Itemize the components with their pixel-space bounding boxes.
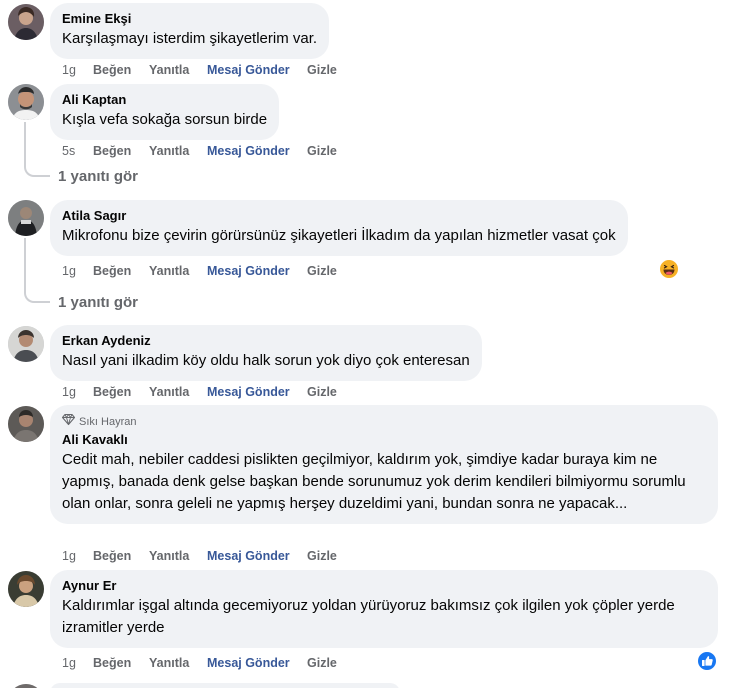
badge-label: Sıkı Hayran [79,415,137,428]
comment-author[interactable]: Atila Sagır [62,208,616,224]
thread-connector [24,163,50,177]
comment-author[interactable]: Aynur Er [62,578,706,594]
comment-actions: 5s Beğen Yanıtla Mesaj Gönder Gizle [62,143,337,159]
send-message-button[interactable]: Mesaj Gönder [207,655,307,671]
view-replies-link[interactable]: 1 yanıtı gör [58,293,138,313]
like-button[interactable]: Beğen [93,62,149,78]
send-message-button[interactable]: Mesaj Gönder [207,143,307,159]
reply-button[interactable]: Yanıtla [149,143,207,159]
comment-text: Karşılaşmayı isterdim şikayetlerim var. [62,30,318,47]
comment-actions: 1g Beğen Yanıtla Mesaj Gönder Gizle [62,655,337,671]
thread-line [24,122,26,164]
avatar[interactable] [8,200,44,236]
hide-button[interactable]: Gizle [307,548,337,564]
like-button[interactable]: Beğen [93,548,149,564]
comment-author[interactable]: Ali Kaptan [62,92,267,108]
comment-author[interactable]: Emine Ekşi [62,11,317,27]
comment-time[interactable]: 1g [62,655,93,671]
avatar[interactable] [8,84,44,120]
comment-actions: 1g Beğen Yanıtla Mesaj Gönder Gizle [62,62,337,78]
hide-button[interactable]: Gizle [307,263,337,279]
reply-button[interactable]: Yanıtla [149,263,207,279]
hide-button[interactable]: Gizle [307,655,337,671]
reply-button[interactable]: Yanıtla [149,62,207,78]
thread-line [24,238,26,290]
top-fan-badge[interactable]: Sıkı Hayran [61,413,706,430]
comment-author[interactable]: Erkan Aydeniz [62,333,470,349]
comment-author[interactable]: Ali Kavaklı [62,432,706,448]
comment-bubble: Erkan Aydeniz Nasıl yani ilkadim köy old… [50,325,482,381]
comment-bubble: Emine Ekşi Karşılaşmayı isterdim şikayet… [50,3,330,59]
comment-text: Nasıl yani ilkadim köy oldu halk sorun y… [62,352,470,369]
comment-bubble: Atila Sagır Mikrofonu bize çevirin görür… [50,200,628,256]
comment-bubble: Sıkı Hayran Ali Kavaklı Cedit mah, nebil… [50,405,718,524]
view-replies-link[interactable]: 1 yanıtı gör [58,167,138,187]
like-button[interactable]: Beğen [93,143,149,159]
hide-button[interactable]: Gizle [307,384,337,400]
send-message-button[interactable]: Mesaj Gönder [207,62,307,78]
comment-actions: 1g Beğen Yanıtla Mesaj Gönder Gizle [62,384,337,400]
send-message-button[interactable]: Mesaj Gönder [207,384,307,400]
reply-button[interactable]: Yanıtla [149,548,207,564]
send-message-button[interactable]: Mesaj Gönder [207,263,307,279]
comment-bubble: Aynur Er Kaldırımlar işgal altında gecem… [50,570,718,648]
thread-connector [24,289,50,303]
comments-panel: Emine Ekşi Karşılaşmayı isterdim şikayet… [0,0,738,688]
avatar[interactable] [8,4,44,40]
avatar[interactable] [8,571,44,607]
like-button[interactable]: Beğen [93,384,149,400]
avatar[interactable] [8,684,44,688]
like-button[interactable]: Beğen [93,655,149,671]
avatar[interactable] [8,406,44,442]
comment-actions: 1g Beğen Yanıtla Mesaj Gönder Gizle [62,548,337,564]
comment-text: Kaldırımlar işgal altında gecemiyoruz yo… [62,597,675,636]
comment-actions: 1g Beğen Yanıtla Mesaj Gönder Gizle [62,263,337,279]
reply-button[interactable]: Yanıtla [149,655,207,671]
comment-time[interactable]: 1g [62,384,93,400]
comment-text: Mikrofonu bize çevirin görürsünüz şikaye… [62,227,616,244]
reply-button[interactable]: Yanıtla [149,384,207,400]
comment-bubble: Ali Kaptan Kışla vefa sokağa sorsun bird… [50,84,280,140]
like-reaction-icon[interactable] [697,651,717,671]
comment-time[interactable]: 5s [62,143,93,159]
hide-button[interactable]: Gizle [307,62,337,78]
diamond-icon [61,413,76,430]
comment-time[interactable]: 1g [62,548,93,564]
comment-bubble [50,683,400,688]
send-message-button[interactable]: Mesaj Gönder [207,548,307,564]
avatar[interactable] [8,326,44,362]
comment-text: Cedit mah, nebiler caddesi pislikten geç… [62,451,686,512]
comment-time[interactable]: 1g [62,263,93,279]
like-button[interactable]: Beğen [93,263,149,279]
haha-reaction-icon[interactable] [659,259,679,279]
comment-time[interactable]: 1g [62,62,93,78]
hide-button[interactable]: Gizle [307,143,337,159]
comment-text: Kışla vefa sokağa sorsun birde [62,111,268,128]
